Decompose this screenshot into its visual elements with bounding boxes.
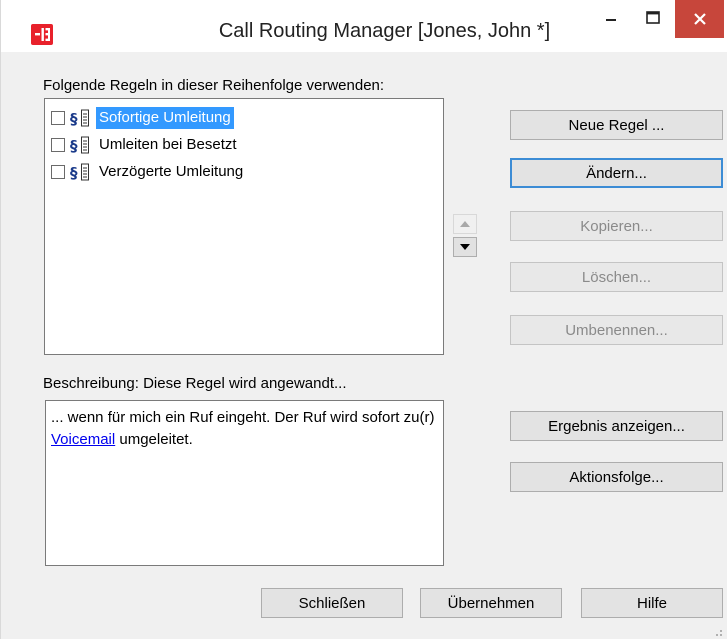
description-box: ... wenn für mich ein Ruf eingeht. Der R… bbox=[45, 400, 444, 566]
minimize-button[interactable] bbox=[591, 0, 631, 36]
arrow-up-icon bbox=[460, 221, 470, 227]
rule-item-verzoegerte-umleitung[interactable]: § Verzögerte Umleitung bbox=[51, 161, 246, 183]
description-label: Beschreibung: Diese Regel wird angewandt… bbox=[43, 375, 347, 392]
rule-item-label: Umleiten bei Besetzt bbox=[99, 136, 237, 153]
close-button[interactable]: Schließen bbox=[261, 588, 403, 618]
rule-checkbox[interactable] bbox=[51, 165, 65, 179]
rule-item-umleiten-bei-besetzt[interactable]: § Umleiten bei Besetzt bbox=[51, 134, 240, 156]
close-window-button[interactable] bbox=[675, 0, 724, 38]
description-text: ... wenn für mich ein Ruf eingeht. Der R… bbox=[51, 409, 435, 426]
apply-button[interactable]: Übernehmen bbox=[420, 588, 562, 618]
copy-rule-button[interactable]: Kopieren... bbox=[510, 211, 723, 241]
minimize-icon bbox=[606, 19, 616, 21]
title-bar[interactable]: Call Routing Manager [Jones, John *] bbox=[1, 0, 728, 52]
delete-rule-button[interactable]: Löschen... bbox=[510, 262, 723, 292]
rule-paragraph-icon: § bbox=[69, 163, 91, 181]
svg-text:§: § bbox=[70, 137, 78, 154]
show-result-button[interactable]: Ergebnis anzeigen... bbox=[510, 411, 723, 441]
help-button[interactable]: Hilfe bbox=[581, 588, 723, 618]
move-down-button[interactable] bbox=[453, 237, 477, 257]
edit-rule-button[interactable]: Ändern... bbox=[510, 158, 723, 188]
rule-item-sofortige-umleitung[interactable]: § Sofortige Umleitung bbox=[51, 107, 234, 129]
rename-rule-button[interactable]: Umbenennen... bbox=[510, 315, 723, 345]
rules-list[interactable]: § Sofortige Umleitung § Umleiten bei Bes… bbox=[44, 98, 444, 355]
rule-item-label: Verzögerte Umleitung bbox=[99, 163, 244, 180]
rule-checkbox[interactable] bbox=[51, 111, 65, 125]
new-rule-button[interactable]: Neue Regel ... bbox=[510, 110, 723, 140]
svg-text:§: § bbox=[70, 164, 78, 181]
rules-label: Folgende Regeln in dieser Reihenfolge ve… bbox=[43, 77, 385, 94]
rule-paragraph-icon: § bbox=[69, 136, 91, 154]
rule-item-label: Sofortige Umleitung bbox=[96, 107, 234, 129]
maximize-icon bbox=[646, 11, 660, 24]
close-icon bbox=[693, 13, 706, 25]
action-sequence-button[interactable]: Aktionsfolge... bbox=[510, 462, 723, 492]
resize-grip-icon[interactable] bbox=[713, 627, 723, 637]
move-up-button[interactable] bbox=[453, 214, 477, 234]
maximize-button[interactable] bbox=[633, 0, 673, 36]
svg-text:§: § bbox=[70, 110, 78, 127]
rule-paragraph-icon: § bbox=[69, 109, 91, 127]
call-routing-manager-window: Call Routing Manager [Jones, John *] Fol… bbox=[0, 0, 728, 639]
rule-checkbox[interactable] bbox=[51, 138, 65, 152]
voicemail-link[interactable]: Voicemail bbox=[51, 431, 115, 448]
description-text-end: umgeleitet. bbox=[115, 431, 193, 448]
arrow-down-icon bbox=[460, 244, 470, 250]
